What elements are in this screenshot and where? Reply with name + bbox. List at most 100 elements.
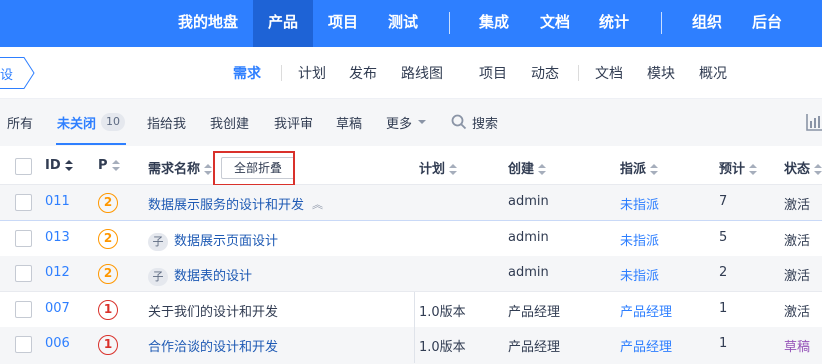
assigned-to-link[interactable]: 未指派 <box>620 194 659 213</box>
active-filter-underline <box>56 143 126 145</box>
collapse-children-icon[interactable]: ︽ <box>312 196 323 212</box>
column-header-name[interactable]: 需求名称 <box>148 158 213 177</box>
top-navigation-bar: 我的地盘 产品 项目 测试 集成 文档 统计 组织 后台 <box>0 0 822 47</box>
search-button[interactable]: 搜索 <box>472 113 498 132</box>
status-cell: 激活 <box>784 234 811 249</box>
table-row[interactable]: 006 1 合作洽谈的设计和开发 1.0版本 产品经理 产品经理 1 草稿 <box>0 327 822 364</box>
subnav-plan[interactable]: 计划 <box>298 63 326 83</box>
creator-cell: admin <box>508 230 549 245</box>
row-checkbox[interactable] <box>15 301 32 318</box>
priority-badge: 1 <box>98 335 118 355</box>
priority-badge: 1 <box>98 300 118 320</box>
story-id-link[interactable]: 012 <box>45 265 70 280</box>
filter-assigned-to-me[interactable]: 指给我 <box>147 113 186 132</box>
story-name-link[interactable]: 数据展示页面设计 <box>174 234 278 249</box>
filter-all[interactable]: 所有 <box>7 113 33 132</box>
nav-docs[interactable]: 文档 <box>540 0 570 47</box>
product-switcher-breadcrumb[interactable]: 设 <box>0 57 36 89</box>
column-header-assigned[interactable]: 指派 <box>620 158 659 177</box>
story-id-link[interactable]: 013 <box>45 230 70 245</box>
subnav-divider <box>281 65 282 81</box>
sort-icon <box>204 163 213 176</box>
search-icon[interactable] <box>451 114 467 130</box>
story-name-link[interactable]: 关于我们的设计和开发 <box>148 305 278 320</box>
filter-reviewed-by-me[interactable]: 我评审 <box>274 113 313 132</box>
nav-project[interactable]: 项目 <box>328 0 358 47</box>
nav-divider <box>449 12 450 34</box>
plan-column-divider <box>414 292 415 328</box>
priority-badge: 2 <box>98 229 118 249</box>
subnav-overview[interactable]: 概况 <box>699 63 727 83</box>
sort-desc-icon <box>64 159 73 172</box>
child-story-tag: 子 <box>148 268 168 286</box>
creator-cell: 产品经理 <box>508 340 561 355</box>
story-id-link[interactable]: 006 <box>45 336 70 351</box>
story-id-link[interactable]: 011 <box>45 194 70 209</box>
story-name-link[interactable]: 合作洽谈的设计和开发 <box>148 340 278 355</box>
row-checkbox[interactable] <box>15 265 32 282</box>
assigned-to-link[interactable]: 产品经理 <box>620 301 672 320</box>
subnav-stories[interactable]: 需求 <box>233 63 261 83</box>
column-header-status[interactable]: 状态 <box>784 158 822 177</box>
story-name-cell: 合作洽谈的设计和开发 <box>148 336 278 355</box>
creator-cell: 产品经理 <box>508 305 561 320</box>
story-name-link[interactable]: 数据展示服务的设计和开发 <box>148 198 304 213</box>
status-cell: 激活 <box>784 269 811 284</box>
subnav-project[interactable]: 项目 <box>479 63 507 83</box>
column-header-creator-label: 创建 <box>508 162 535 177</box>
column-header-plan[interactable]: 计划 <box>419 158 458 177</box>
plan-cell: 1.0版本 <box>419 340 466 355</box>
assigned-to-link[interactable]: 产品经理 <box>620 336 672 355</box>
nav-test[interactable]: 测试 <box>388 0 418 47</box>
sort-icon <box>449 163 458 176</box>
column-header-priority-label: P <box>98 158 108 173</box>
row-checkbox[interactable] <box>15 336 32 353</box>
subnav-roadmap[interactable]: 路线图 <box>401 63 443 83</box>
story-id-link[interactable]: 007 <box>45 301 70 316</box>
nav-product[interactable]: 产品 <box>253 0 313 47</box>
sort-icon <box>538 163 547 176</box>
table-row[interactable]: 011 2 数据展示服务的设计和开发 ︽ admin 未指派 7 激活 <box>0 185 822 221</box>
select-all-checkbox[interactable] <box>15 158 32 175</box>
sort-icon <box>650 163 659 176</box>
sort-icon <box>111 159 120 172</box>
column-header-creator[interactable]: 创建 <box>508 158 547 177</box>
filter-draft[interactable]: 草稿 <box>336 113 362 132</box>
filter-created-by-me[interactable]: 我创建 <box>210 113 249 132</box>
nav-my-dashboard[interactable]: 我的地盘 <box>178 0 238 47</box>
column-header-priority[interactable]: P <box>98 158 120 173</box>
story-name-cell: 关于我们的设计和开发 <box>148 301 278 320</box>
subnav-divider <box>578 65 579 81</box>
column-header-plan-label: 计划 <box>419 162 446 177</box>
estimate-cell: 1 <box>719 301 728 316</box>
more-chevron-down-icon <box>418 120 426 124</box>
subnav-modules[interactable]: 模块 <box>647 63 675 83</box>
estimate-cell: 7 <box>719 194 728 209</box>
row-checkbox[interactable] <box>15 230 32 247</box>
table-row[interactable]: 012 2 子数据表的设计 admin 未指派 2 激活 <box>0 256 822 292</box>
report-chart-icon[interactable] <box>806 113 822 131</box>
subnav-release[interactable]: 发布 <box>349 63 377 83</box>
filter-more-dropdown[interactable]: 更多 <box>386 113 412 132</box>
row-checkbox[interactable] <box>15 194 32 211</box>
story-name-link[interactable]: 数据表的设计 <box>174 269 252 284</box>
nav-integration[interactable]: 集成 <box>479 0 509 47</box>
status-cell: 激活 <box>784 198 811 213</box>
filter-unclosed[interactable]: 未关闭 <box>57 113 96 132</box>
subnav-docs[interactable]: 文档 <box>595 63 623 83</box>
column-header-id[interactable]: ID <box>45 158 73 173</box>
estimate-cell: 2 <box>719 265 728 280</box>
subnav-dynamics[interactable]: 动态 <box>531 63 559 83</box>
assigned-to-link[interactable]: 未指派 <box>620 230 659 249</box>
table-row[interactable]: 007 1 关于我们的设计和开发 1.0版本 产品经理 产品经理 1 激活 <box>0 292 822 328</box>
priority-badge: 2 <box>98 264 118 284</box>
nav-organization[interactable]: 组织 <box>692 0 722 47</box>
sort-icon <box>749 163 758 176</box>
column-header-assigned-label: 指派 <box>620 162 647 177</box>
plan-column-divider <box>414 327 415 363</box>
assigned-to-link[interactable]: 未指派 <box>620 265 659 284</box>
column-header-estimate[interactable]: 预计 <box>719 158 758 177</box>
nav-admin[interactable]: 后台 <box>752 0 782 47</box>
table-row[interactable]: 013 2 子数据展示页面设计 admin 未指派 5 激活 <box>0 221 822 257</box>
nav-statistics[interactable]: 统计 <box>599 0 629 47</box>
